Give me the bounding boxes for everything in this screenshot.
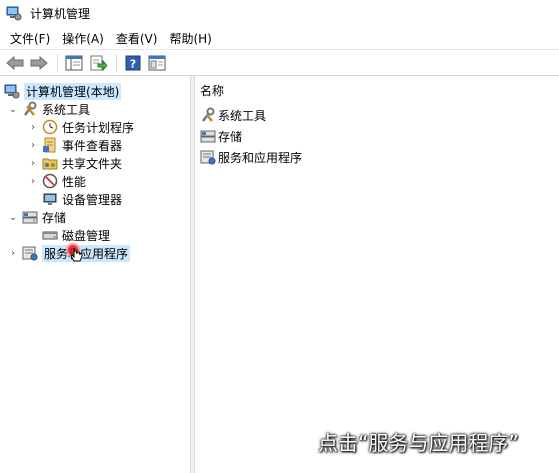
tools-icon xyxy=(200,107,216,123)
tree-item-task-scheduler[interactable]: › 任务计划程序 xyxy=(28,118,134,136)
event-viewer-icon xyxy=(42,137,58,153)
tools-icon xyxy=(22,101,38,117)
computer-management-icon xyxy=(6,5,22,21)
device-manager-icon xyxy=(42,191,58,207)
tree-item-performance[interactable]: › 性能 xyxy=(28,172,86,190)
tree-item-device-manager[interactable]: 设备管理器 xyxy=(42,190,122,208)
tree-item-label: 磁盘管理 xyxy=(62,228,111,243)
chevron-right-icon[interactable]: › xyxy=(28,176,38,187)
tree-item-label: 系统工具 xyxy=(42,102,91,117)
shared-folder-icon xyxy=(42,155,58,171)
export-list-icon[interactable] xyxy=(87,52,109,74)
menu-bar: 文件(F) 操作(A) 查看(V) 帮助(H) xyxy=(0,27,559,49)
services-icon xyxy=(200,149,216,165)
show-hide-tree-icon[interactable] xyxy=(63,52,85,74)
list-item-storage[interactable]: 存储 xyxy=(200,127,242,145)
toolbar: ? xyxy=(0,49,559,76)
list-item-label: 存储 xyxy=(218,129,243,144)
column-header-name[interactable]: 名称 xyxy=(200,82,224,99)
pane-splitter[interactable] xyxy=(191,76,195,473)
tree-item-label: 性能 xyxy=(62,174,87,189)
storage-icon xyxy=(200,128,216,144)
properties-icon[interactable] xyxy=(146,52,168,74)
tree-item-disk-management[interactable]: 磁盘管理 xyxy=(42,226,110,244)
toolbar-separator xyxy=(116,53,117,72)
computer-management-icon xyxy=(4,83,20,99)
disk-icon xyxy=(42,227,58,243)
chevron-down-icon[interactable]: ⌄ xyxy=(8,212,18,223)
storage-icon xyxy=(22,209,38,225)
tree-item-label: 设备管理器 xyxy=(62,192,123,207)
hand-cursor-icon xyxy=(70,247,84,268)
list-item-system-tools[interactable]: 系统工具 xyxy=(200,106,266,124)
back-icon[interactable] xyxy=(4,52,26,74)
svg-text:?: ? xyxy=(130,57,136,70)
chevron-right-icon[interactable]: › xyxy=(28,122,38,133)
chevron-right-icon[interactable]: › xyxy=(28,140,38,151)
chevron-right-icon[interactable]: › xyxy=(28,158,38,169)
tree-item-label: 服务和应用程序 xyxy=(42,244,131,262)
help-icon[interactable]: ? xyxy=(122,52,144,74)
instruction-caption: 点击“服务与应用程序” xyxy=(318,431,519,455)
details-pane: 名称 系统工具 存储 服务和应用程序 xyxy=(196,76,559,473)
clock-icon xyxy=(42,119,58,135)
title-bar: 计算机管理 xyxy=(0,0,559,26)
forward-icon[interactable] xyxy=(28,52,50,74)
tree-item-computer-management[interactable]: 计算机管理(本地) xyxy=(4,82,122,100)
tree-item-system-tools[interactable]: ⌄ 系统工具 xyxy=(8,100,90,118)
list-item-services-applications[interactable]: 服务和应用程序 xyxy=(200,148,302,166)
chevron-right-icon[interactable]: › xyxy=(8,248,18,259)
menu-view[interactable]: 查看(V) xyxy=(112,30,166,47)
performance-icon xyxy=(42,173,58,189)
tree-item-label: 共享文件夹 xyxy=(62,156,123,171)
window-title: 计算机管理 xyxy=(30,6,91,21)
tree-item-event-viewer[interactable]: › 事件查看器 xyxy=(28,136,122,154)
chevron-down-icon[interactable]: ⌄ xyxy=(8,104,18,115)
list-item-label: 系统工具 xyxy=(218,108,267,123)
tree-item-label: 事件查看器 xyxy=(62,138,123,153)
tree-item-label: 计算机管理(本地) xyxy=(24,82,122,100)
tree-item-label: 存储 xyxy=(42,210,67,225)
tree-item-label: 任务计划程序 xyxy=(62,120,135,135)
tree-item-storage[interactable]: ⌄ 存储 xyxy=(8,208,66,226)
menu-action[interactable]: 操作(A) xyxy=(58,30,112,47)
menu-help[interactable]: 帮助(H) xyxy=(165,30,219,47)
list-item-label: 服务和应用程序 xyxy=(218,150,303,165)
navigation-tree: 计算机管理(本地) ⌄ 系统工具 › 任务计划程序 › 事件查看器 › 共享文件… xyxy=(0,76,191,473)
toolbar-separator xyxy=(57,53,58,72)
services-icon xyxy=(22,245,38,261)
menu-file[interactable]: 文件(F) xyxy=(6,30,58,47)
tree-item-shared-folders[interactable]: › 共享文件夹 xyxy=(28,154,122,172)
